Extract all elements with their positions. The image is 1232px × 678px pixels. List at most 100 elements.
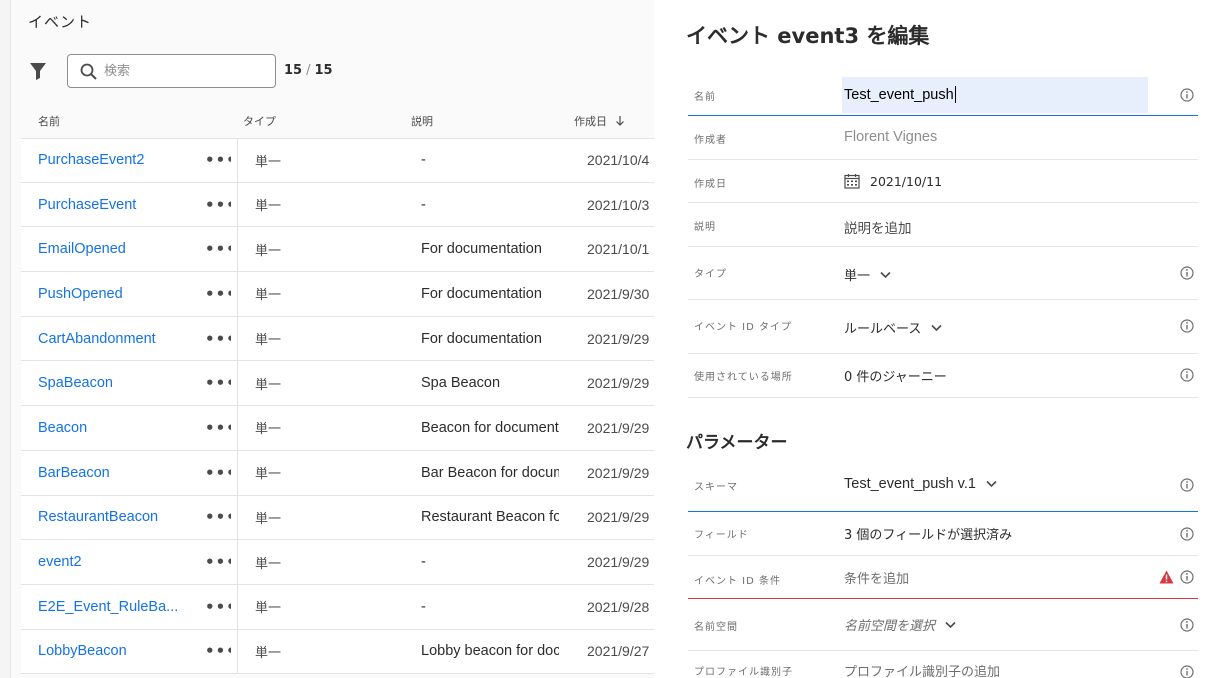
info-icon[interactable] (1180, 665, 1194, 678)
event-created-date: 2021/10/1 (587, 241, 650, 258)
type-value: 単一 (844, 269, 871, 284)
more-actions-icon[interactable]: ••• (205, 406, 231, 450)
event-type: 単一 (255, 243, 282, 259)
event-description: Lobby beacon for doc (421, 643, 559, 660)
created-field: 作成日 2021/10/11 (688, 160, 1198, 203)
search-field[interactable] (67, 54, 276, 88)
event-type: 単一 (255, 422, 282, 438)
event-name-link[interactable]: RestaurantBeacon (38, 496, 188, 540)
column-divider (237, 584, 238, 629)
filter-icon[interactable] (29, 62, 47, 80)
search-input[interactable] (104, 61, 264, 81)
fields-value[interactable]: 3 個のフィールドが選択済み (844, 524, 1012, 543)
event-description: Restaurant Beacon for (421, 509, 559, 526)
event-description: Beacon for documenta (421, 419, 559, 436)
event-name-link[interactable]: BarBeacon (38, 451, 188, 495)
event-name-link[interactable]: Beacon (38, 406, 188, 450)
event-id-condition-label: イベント ID 条件 (694, 576, 782, 587)
table-row[interactable]: SpaBeacon ••• 単一 Spa Beacon 2021/9/29 (21, 361, 655, 407)
event-created-date: 2021/9/27 (587, 643, 650, 660)
table-row[interactable]: CartAbandonment ••• 単一 For documentation 202… (21, 316, 655, 362)
more-actions-icon[interactable]: ••• (205, 451, 231, 495)
info-icon[interactable] (1180, 618, 1194, 632)
info-icon[interactable] (1180, 478, 1194, 492)
schema-dropdown[interactable]: Test_event_push v.1 (844, 476, 997, 492)
more-actions-icon[interactable]: ••• (205, 361, 231, 405)
description-input[interactable]: 説明を追加 (844, 217, 912, 237)
table-row[interactable]: PushOpened ••• 単一 For documentation 2021/9/3… (21, 272, 655, 317)
parameters-heading: パラメーター (686, 433, 788, 453)
events-table: PurchaseEvent2 ••• 単一 - 2021/10/4 PurchaseEve… (21, 138, 655, 675)
column-header-description[interactable]: 説明 (411, 113, 433, 129)
table-row[interactable]: PurchaseEvent2 ••• 単一 - 2021/10/4 (21, 138, 655, 183)
table-row[interactable]: RestaurantBeacon ••• 単一 Restaurant Beacon f… (21, 495, 655, 541)
event-type: 単一 (255, 556, 282, 572)
more-actions-icon[interactable]: ••• (205, 272, 231, 316)
event-created-date: 2021/9/29 (587, 509, 650, 526)
more-actions-icon[interactable]: ••• (205, 227, 231, 271)
event-description: - (421, 196, 426, 213)
column-divider (237, 316, 238, 361)
description-label: 説明 (694, 222, 716, 233)
more-actions-icon[interactable]: ••• (205, 139, 231, 182)
more-actions-icon[interactable]: ••• (205, 496, 231, 540)
more-actions-icon[interactable]: ••• (205, 183, 231, 227)
text-cursor (954, 86, 956, 103)
name-value[interactable]: Test_event_push (844, 86, 956, 103)
event-created-date: 2021/9/30 (587, 285, 650, 302)
more-actions-icon[interactable]: ••• (205, 317, 231, 361)
event-name-link[interactable]: event2 (38, 540, 188, 584)
event-id-condition-input[interactable]: 条件を追加 (844, 568, 909, 587)
used-in-label: 使用されている場所 (694, 372, 793, 383)
info-icon[interactable] (1180, 527, 1194, 541)
info-icon[interactable] (1180, 570, 1194, 584)
event-created-date: 2021/10/4 (587, 152, 650, 169)
event-name-link[interactable]: PurchaseEvent (38, 183, 188, 227)
event-name-link[interactable]: EmailOpened (38, 227, 188, 271)
event-id-type-value: ルールベース (844, 322, 922, 337)
schema-label: スキーマ (694, 482, 738, 493)
event-name-link[interactable]: CartAbandonment (38, 317, 188, 361)
event-description: - (421, 598, 426, 615)
more-actions-icon[interactable]: ••• (205, 540, 231, 584)
sort-descending-icon (616, 116, 624, 126)
event-description: Spa Beacon (421, 375, 501, 392)
event-name-link[interactable]: SpaBeacon (38, 361, 188, 405)
table-row[interactable]: E2E_Event_RuleBa... ••• 単一 - 2021/9/28 (21, 584, 655, 630)
column-header-type[interactable]: タイプ (243, 113, 276, 129)
table-row[interactable]: Beacon ••• 単一 Beacon for documenta 2021/9/29 (21, 406, 655, 451)
table-row[interactable]: EmailOpened ••• 単一 For documentation 2021/10… (21, 227, 655, 273)
event-type: 単一 (255, 333, 282, 349)
event-name-link[interactable]: PushOpened (38, 272, 188, 316)
more-actions-icon[interactable]: ••• (205, 630, 231, 674)
edit-event-panel: イベント event3 を編集 名前 Test_event_push 作成者 F… (654, 0, 1232, 678)
profile-id-input[interactable]: プロファイル識別子の追加 (844, 661, 1000, 678)
namespace-label: 名前空間 (694, 622, 738, 633)
table-row[interactable]: BarBeacon ••• 単一 Bar Beacon for docum 2021/9… (21, 450, 655, 496)
column-header-created-label: 作成日 (574, 115, 607, 128)
event-name-link[interactable]: PurchaseEvent2 (38, 139, 188, 182)
panel-title: イベント (28, 13, 93, 31)
info-icon[interactable] (1180, 88, 1194, 102)
event-name-link[interactable]: LobbyBeacon (38, 630, 188, 674)
type-dropdown[interactable]: 単一 (844, 265, 891, 284)
column-divider (237, 182, 238, 227)
info-icon[interactable] (1180, 266, 1194, 280)
event-type: 単一 (255, 601, 282, 617)
table-row[interactable]: event2 ••• 単一 - 2021/9/29 (21, 540, 655, 585)
namespace-dropdown[interactable]: 名前空間を選択 (844, 615, 956, 634)
column-header-name[interactable]: 名前 (38, 113, 60, 129)
info-icon[interactable] (1180, 319, 1194, 333)
table-row[interactable]: LobbyBeacon ••• 単一 Lobby beacon for doc 2021… (21, 629, 655, 675)
column-header-created[interactable]: 作成日 (574, 113, 625, 129)
type-field: タイプ 単一 (688, 247, 1198, 300)
event-type: 単一 (255, 645, 282, 661)
more-actions-icon[interactable]: ••• (205, 585, 231, 629)
namespace-placeholder: 名前空間を選択 (844, 619, 936, 634)
info-icon[interactable] (1180, 368, 1194, 382)
event-description: For documentation (421, 241, 542, 258)
event-name-link[interactable]: E2E_Event_RuleBa... (38, 585, 188, 629)
event-id-type-dropdown[interactable]: ルールベース (844, 318, 942, 337)
table-row[interactable]: PurchaseEvent ••• 単一 - 2021/10/3 (21, 182, 655, 228)
event-created-date: 2021/9/29 (587, 330, 650, 347)
